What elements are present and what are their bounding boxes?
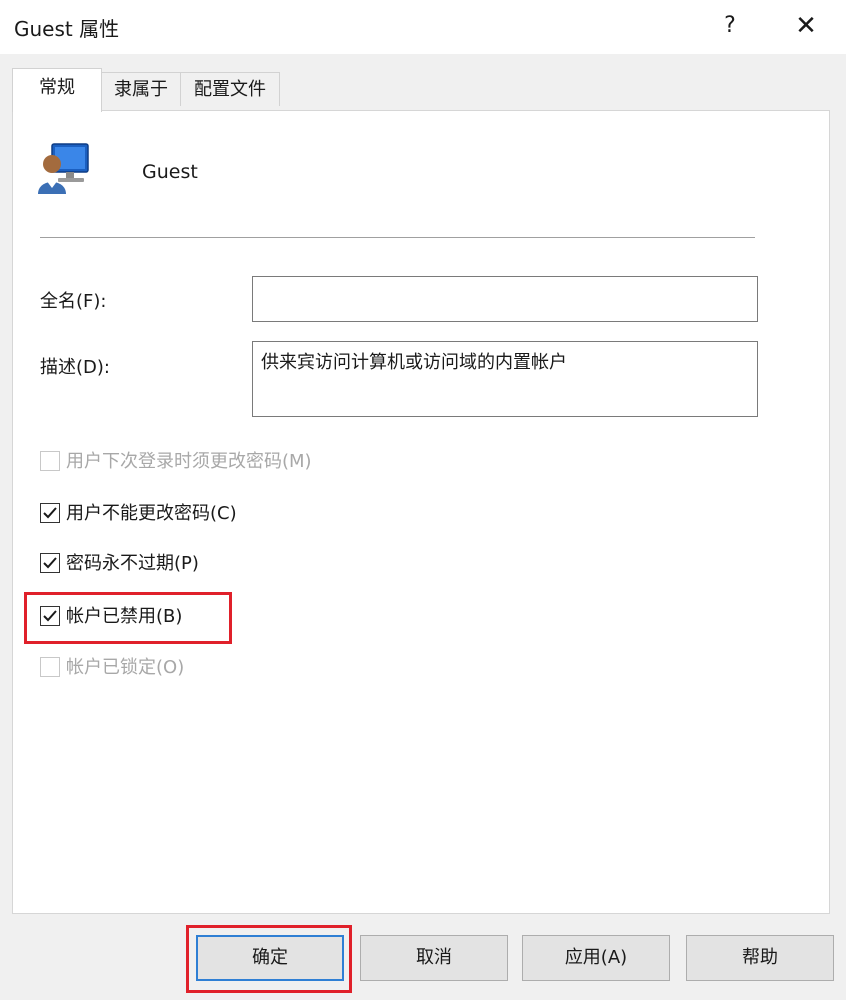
account-name: Guest <box>142 161 198 183</box>
divider <box>40 237 755 238</box>
checkmark-icon <box>43 557 57 569</box>
fullname-label: 全名(F): <box>40 291 107 312</box>
tab-member-of[interactable]: 隶属于 <box>101 72 181 106</box>
tab-profile[interactable]: 配置文件 <box>180 72 280 106</box>
checkbox-label: 密码永不过期(P) <box>66 553 199 574</box>
checkbox-label: 用户下次登录时须更改密码(M) <box>66 451 312 472</box>
checkmark-icon <box>43 507 57 519</box>
window-title: Guest 属性 <box>14 17 120 41</box>
help-button[interactable]: 帮助 <box>686 935 834 981</box>
help-icon[interactable]: ? <box>712 8 748 44</box>
description-input[interactable]: 供来宾访问计算机或访问域的内置帐户 <box>252 341 758 417</box>
cannot-change-password-checkbox[interactable]: 用户不能更改密码(C) <box>40 502 270 526</box>
checkbox-box <box>40 606 60 626</box>
account-disabled-checkbox[interactable]: 帐户已禁用(B) <box>40 605 210 629</box>
checkbox-label: 用户不能更改密码(C) <box>66 503 237 524</box>
cancel-button[interactable]: 取消 <box>360 935 508 981</box>
close-icon[interactable]: ✕ <box>786 8 826 44</box>
account-locked-checkbox: 帐户已锁定(O) <box>40 656 210 680</box>
apply-button[interactable]: 应用(A) <box>522 935 670 981</box>
description-label: 描述(D): <box>40 357 110 378</box>
checkmark-icon <box>43 610 57 622</box>
title-bar: Guest 属性 ? ✕ <box>0 0 846 54</box>
fullname-input[interactable] <box>252 276 758 322</box>
user-account-icon <box>36 140 92 196</box>
checkbox-box <box>40 657 60 677</box>
tab-general[interactable]: 常规 <box>12 68 102 112</box>
checkbox-label: 帐户已禁用(B) <box>66 606 183 627</box>
checkbox-box <box>40 451 60 471</box>
password-never-expires-checkbox[interactable]: 密码永不过期(P) <box>40 552 230 576</box>
checkbox-box <box>40 503 60 523</box>
checkbox-box <box>40 553 60 573</box>
ok-button[interactable]: 确定 <box>196 935 344 981</box>
checkbox-label: 帐户已锁定(O) <box>66 657 185 678</box>
must-change-password-checkbox: 用户下次登录时须更改密码(M) <box>40 450 360 474</box>
